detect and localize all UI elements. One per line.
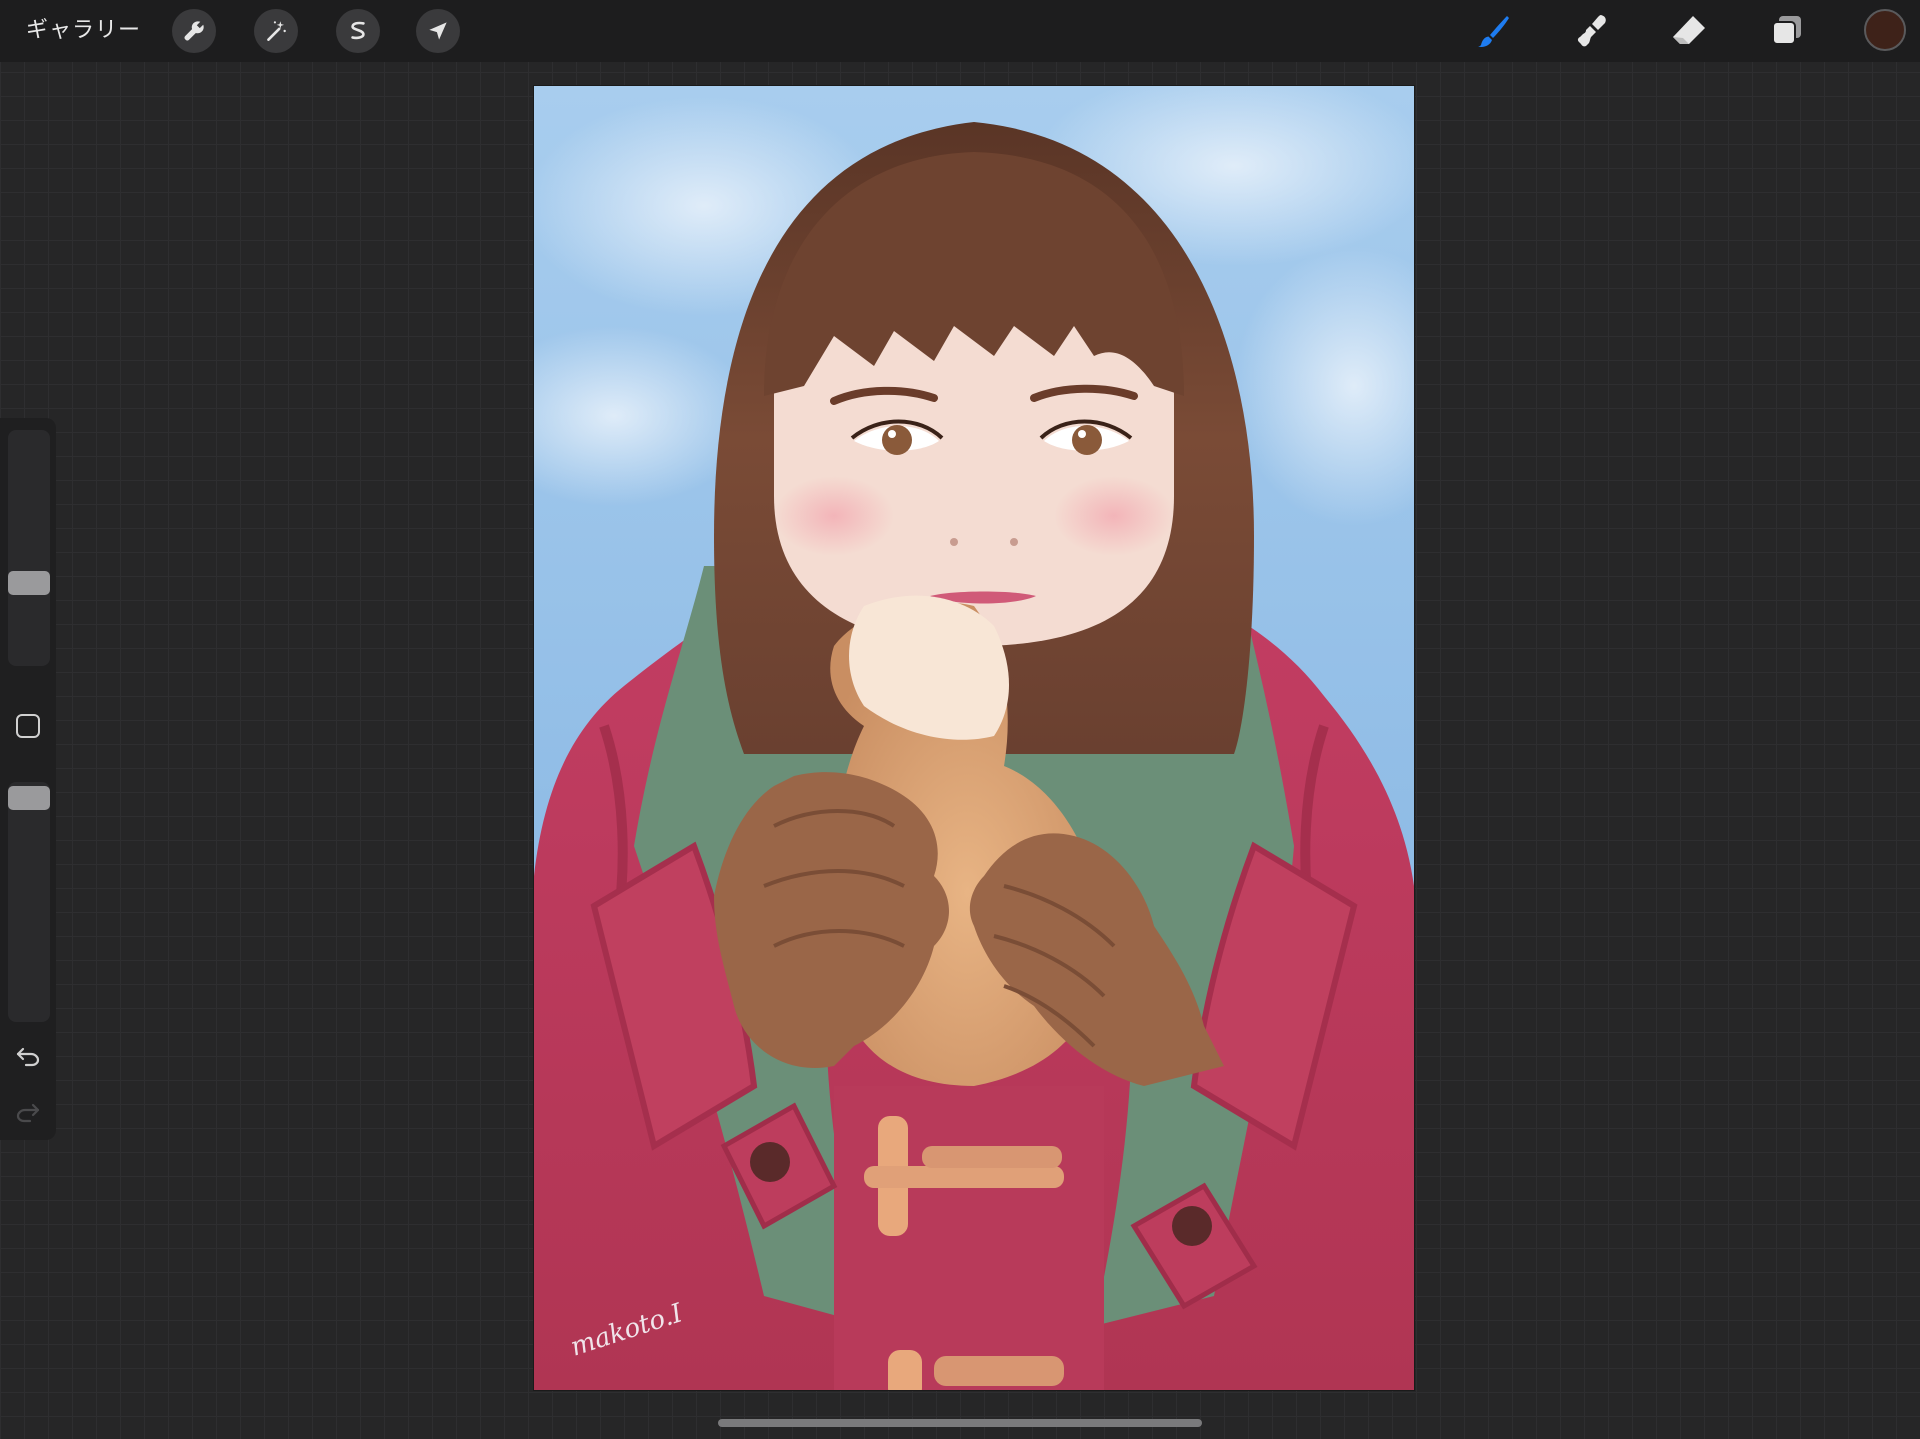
transform-button[interactable]: [416, 9, 460, 53]
iris: [882, 425, 912, 455]
opacity-slider-thumb[interactable]: [8, 786, 50, 811]
nose: [950, 538, 958, 546]
iris: [1072, 425, 1102, 455]
brush-size-slider-thumb[interactable]: [8, 570, 50, 595]
brush-size-slider[interactable]: [8, 430, 50, 666]
coat-button: [1172, 1206, 1212, 1246]
toggle-strap: [922, 1146, 1062, 1168]
nose: [1010, 538, 1018, 546]
toggle-strap: [934, 1356, 1064, 1386]
layers-icon: [1772, 16, 1801, 45]
eraser-icon: [1673, 16, 1705, 44]
selection-icon: [351, 21, 365, 40]
layers-button[interactable]: [1764, 8, 1810, 54]
color-swatch[interactable]: [1864, 9, 1906, 51]
toggle-strap: [864, 1166, 1064, 1188]
procreate-app: ギャラリー makoto.I: [0, 0, 1920, 1439]
eye-highlight: [888, 430, 896, 438]
coat-button: [750, 1142, 790, 1182]
smudge-icon: [1577, 15, 1606, 47]
blush: [1054, 476, 1174, 556]
brush-button[interactable]: [1470, 8, 1516, 54]
eye-highlight: [1078, 430, 1086, 438]
transform-arrow-icon: [429, 22, 447, 40]
drawing-canvas[interactable]: makoto.I: [534, 86, 1414, 1390]
smudge-button[interactable]: [1568, 8, 1614, 54]
top-toolbar: ギャラリー: [0, 0, 1920, 62]
square-modify-icon[interactable]: [16, 714, 40, 738]
artwork: makoto.I: [534, 86, 1414, 1390]
coat-placket: [834, 1086, 1104, 1390]
toggle: [888, 1350, 922, 1390]
brush-icon: [1478, 16, 1509, 47]
home-indicator: [718, 1419, 1202, 1427]
left-sidebar: [0, 418, 56, 1140]
actions-button[interactable]: [172, 9, 216, 53]
adjustments-button[interactable]: [254, 9, 298, 53]
wrench-icon: [184, 21, 204, 41]
eraser-button[interactable]: [1666, 8, 1712, 54]
selection-button[interactable]: [336, 9, 380, 53]
opacity-slider[interactable]: [8, 782, 50, 1022]
redo-icon[interactable]: [14, 1098, 42, 1126]
magic-wand-icon: [267, 21, 286, 41]
blush: [774, 476, 894, 556]
gallery-button[interactable]: ギャラリー: [26, 14, 141, 48]
undo-icon[interactable]: [14, 1042, 42, 1070]
